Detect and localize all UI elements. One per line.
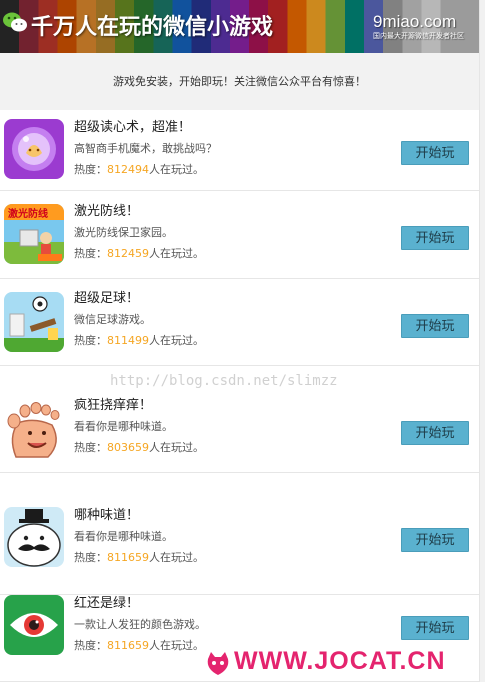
game-title[interactable]: 疯狂挠痒痒！ bbox=[74, 398, 204, 414]
game-title[interactable]: 超级读心术，超准！ bbox=[74, 120, 217, 136]
banner-brand[interactable]: 9miao.com 国内最大开源微信开发者社区 bbox=[373, 13, 464, 41]
laser-defense-icon[interactable]: 激光防线 bbox=[4, 204, 64, 264]
heat-count: 811499 bbox=[107, 334, 149, 347]
heat-label: 热度： bbox=[74, 551, 107, 564]
heat-suffix: 人在玩过。 bbox=[149, 639, 204, 652]
heat-count: 803659 bbox=[107, 441, 149, 454]
heat-label: 热度： bbox=[74, 334, 107, 347]
game-title[interactable]: 超级足球！ bbox=[74, 291, 204, 307]
wechat-logo-icon bbox=[3, 12, 27, 32]
list-item[interactable]: 激光防线 激光防线！ 激光防线保卫家园。 热度：812459人在玩过。 开始玩 bbox=[0, 191, 479, 279]
heat-line: 热度：812494人在玩过。 bbox=[74, 163, 217, 177]
heat-label: 热度： bbox=[74, 163, 107, 176]
banner-title: 千万人在玩的微信小游戏 bbox=[31, 15, 274, 40]
game-description: 看看你是哪种味道。 bbox=[74, 530, 173, 543]
start-play-button[interactable]: 开始玩 bbox=[401, 616, 469, 640]
start-play-button[interactable]: 开始玩 bbox=[401, 421, 469, 445]
list-item[interactable]: 疯狂挠痒痒！ 看看你是哪种味道。 热度：803659人在玩过。 开始玩 bbox=[0, 366, 479, 473]
game-title[interactable]: 激光防线！ bbox=[74, 204, 204, 220]
jocat-cat-icon bbox=[207, 652, 229, 675]
header-banner: 千万人在玩的微信小游戏 9miao.com 国内最大开源微信开发者社区 bbox=[0, 0, 479, 53]
game-description: 激光防线保卫家园。 bbox=[74, 226, 173, 239]
brand-tagline: 国内最大开源微信开发者社区 bbox=[373, 32, 464, 40]
list-item[interactable]: 超级足球！ 微信足球游戏。 热度：811499人在玩过。 开始玩 bbox=[0, 279, 479, 366]
heat-label: 热度： bbox=[74, 247, 107, 260]
jocat-watermark: WWW.JOCAT.CN bbox=[234, 647, 446, 676]
game-title[interactable]: 红还是绿！ bbox=[74, 596, 206, 612]
jocat-text: WWW.JOCAT.CN bbox=[234, 647, 446, 675]
game-description: 高智商手机魔术，敢挑战吗？ bbox=[74, 142, 217, 155]
heat-count: 812494 bbox=[107, 163, 149, 176]
scrollbar[interactable] bbox=[479, 0, 485, 682]
heat-count: 811659 bbox=[107, 639, 149, 652]
mustache-face-icon[interactable] bbox=[4, 507, 64, 567]
heat-count: 812459 bbox=[107, 247, 149, 260]
heat-suffix: 人在玩过。 bbox=[149, 247, 204, 260]
start-play-button[interactable]: 开始玩 bbox=[401, 141, 469, 165]
heat-line: 热度：803659人在玩过。 bbox=[74, 441, 204, 455]
heat-line: 热度：811499人在玩过。 bbox=[74, 334, 204, 348]
heat-suffix: 人在玩过。 bbox=[149, 551, 204, 564]
start-play-button[interactable]: 开始玩 bbox=[401, 314, 469, 338]
game-description: 看看你是哪种味道。 bbox=[74, 420, 173, 433]
heat-suffix: 人在玩过。 bbox=[149, 441, 204, 454]
start-play-button[interactable]: 开始玩 bbox=[401, 528, 469, 552]
soccer-ball-icon[interactable] bbox=[4, 292, 64, 352]
heat-line: 热度：811659人在玩过。 bbox=[74, 639, 206, 653]
start-play-button[interactable]: 开始玩 bbox=[401, 226, 469, 250]
heat-label: 热度： bbox=[74, 639, 107, 652]
crystal-ball-icon[interactable] bbox=[4, 119, 64, 179]
heat-suffix: 人在玩过。 bbox=[149, 163, 204, 176]
heat-count: 811659 bbox=[107, 551, 149, 564]
game-title[interactable]: 哪种味道！ bbox=[74, 508, 204, 524]
heat-suffix: 人在玩过。 bbox=[149, 334, 204, 347]
list-item[interactable]: 超级读心术，超准！ 高智商手机魔术，敢挑战吗？ 热度：812494人在玩过。 开… bbox=[0, 110, 479, 191]
heat-line: 热度：812459人在玩过。 bbox=[74, 247, 204, 261]
eye-icon[interactable] bbox=[4, 595, 64, 655]
heat-line: 热度：811659人在玩过。 bbox=[74, 551, 204, 565]
svg-text:激光防线: 激光防线 bbox=[8, 207, 48, 220]
notice-text: 游戏免安装，开始即玩！关注微信公众平台有惊喜！ bbox=[0, 53, 479, 110]
brand-domain[interactable]: 9miao.com bbox=[373, 13, 464, 31]
heat-label: 热度： bbox=[74, 441, 107, 454]
game-description: 一款让人发狂的颜色游戏。 bbox=[74, 618, 206, 631]
game-description: 微信足球游戏。 bbox=[74, 313, 151, 326]
foot-icon[interactable] bbox=[4, 399, 64, 459]
list-item[interactable]: 哪种味道！ 看看你是哪种味道。 热度：811659人在玩过。 开始玩 bbox=[0, 473, 479, 595]
